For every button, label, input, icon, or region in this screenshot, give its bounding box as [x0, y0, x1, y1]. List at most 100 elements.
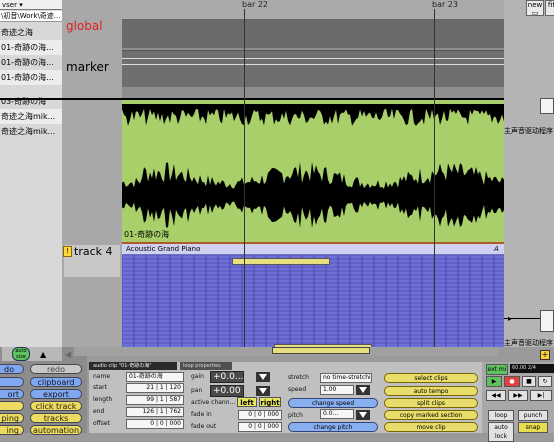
- loop-button[interactable]: loop: [488, 410, 514, 421]
- auto-size-button[interactable]: auto size: [12, 347, 30, 361]
- length-field[interactable]: 99 | 1 | 587: [126, 395, 184, 405]
- cycle-icon[interactable]: ↻: [538, 376, 552, 387]
- file-item[interactable]: 03-奇跡の海: [0, 94, 62, 109]
- inspector-tab-audio-clip[interactable]: audio clip "01-奇跡の海": [89, 362, 177, 370]
- midi-clip-name: Acoustic Grand Piano: [126, 245, 201, 253]
- left-channel-button[interactable]: left: [237, 397, 257, 407]
- import-button[interactable]: [0, 377, 24, 387]
- click-track-button[interactable]: click track: [30, 401, 82, 411]
- bar-tick: [434, 9, 435, 19]
- auto-tempo-button[interactable]: auto tempo: [384, 386, 478, 396]
- pan-label: pan: [191, 387, 203, 394]
- end-icon[interactable]: ▶|: [530, 390, 552, 401]
- driver-label: 主声音驱动程序: [504, 127, 553, 135]
- file-item[interactable]: 01-奇跡の海...: [0, 40, 62, 55]
- pan-field[interactable]: +0.00: [210, 385, 244, 397]
- browser-header-label: vser: [2, 1, 17, 9]
- warning-icon: !: [63, 246, 72, 257]
- midi-clip-flag: A: [494, 245, 499, 253]
- end-field[interactable]: 126 | 1 | 762: [126, 407, 184, 417]
- fade-in-field[interactable]: 0 | 0 | 000: [238, 410, 282, 420]
- global-lane[interactable]: [122, 20, 504, 48]
- fader-handle[interactable]: [540, 98, 554, 114]
- right-channel-button[interactable]: right: [259, 397, 281, 407]
- record-icon[interactable]: ●: [504, 376, 520, 387]
- midi-note[interactable]: [232, 258, 330, 265]
- redo-button[interactable]: redo: [30, 364, 82, 374]
- browser-path[interactable]: \初音\Work\奇迹...: [0, 11, 62, 22]
- clipboard-button[interactable]: clipboard: [30, 377, 82, 387]
- arrange-area[interactable]: bar 22 bar 23 01-奇跡の海 Acoustic Grand Pia…: [122, 0, 504, 347]
- gain-field[interactable]: +0.0...: [210, 371, 244, 383]
- right-panel: new ▭ fit 主声音驱动程序 ▸ 主声音驱动程序 +: [504, 0, 554, 360]
- new-button[interactable]: new ▭: [526, 0, 544, 17]
- copy-marked-section-button[interactable]: copy marked section: [384, 410, 478, 420]
- split-clips-button[interactable]: split clips: [384, 398, 478, 408]
- add-icon[interactable]: +: [540, 350, 550, 360]
- audio-clip[interactable]: [122, 98, 504, 244]
- offset-field[interactable]: 0 | 0 | 000: [126, 419, 184, 429]
- scrollbar-thumb[interactable]: [272, 347, 370, 354]
- file-item[interactable]: 01-奇跡の海...: [0, 70, 62, 85]
- track4-label[interactable]: track 4: [74, 245, 113, 258]
- speed-field[interactable]: 1.00: [320, 385, 354, 395]
- mapping-button[interactable]: ping: [0, 413, 24, 423]
- pan-dropdown-icon[interactable]: [256, 386, 270, 396]
- arrow-right-icon: ▸: [508, 314, 513, 323]
- scroll-left-icon[interactable]: ◀: [65, 350, 71, 359]
- editing-button[interactable]: ing: [0, 425, 24, 435]
- fader-handle[interactable]: [540, 310, 554, 332]
- rewind-icon[interactable]: ◀◀: [486, 390, 506, 401]
- name-field[interactable]: 01-奇跡の海: [126, 372, 184, 382]
- port-button[interactable]: ort: [0, 389, 24, 399]
- file-item[interactable]: 奇迹之海: [0, 25, 62, 40]
- punch-button[interactable]: punch: [518, 410, 548, 421]
- tracks-button[interactable]: tracks: [30, 413, 82, 423]
- file-item[interactable]: 01-奇跡の海...: [0, 55, 62, 70]
- playhead-line-left: [0, 98, 122, 100]
- move-clip-button[interactable]: move clip: [384, 422, 478, 432]
- file-item[interactable]: 奇迹之海mik...: [0, 109, 62, 124]
- browser-header[interactable]: vser ▾: [0, 0, 62, 10]
- speed-dropdown-icon[interactable]: [356, 385, 370, 395]
- pitch-dropdown-icon[interactable]: [356, 410, 370, 420]
- ext-midi-button[interactable]: ext mi: [486, 364, 508, 375]
- midi-clip[interactable]: [122, 254, 504, 347]
- inspector-tab-loop[interactable]: loop properties: [180, 362, 232, 370]
- file-item[interactable]: 奇迹之海mik...: [0, 124, 62, 139]
- speed-label: speed: [288, 386, 307, 393]
- track-header-column: global marker: [62, 0, 122, 347]
- stretch-label: stretch: [288, 374, 309, 381]
- bar-label: bar 22: [242, 0, 268, 9]
- marker-line: [122, 64, 504, 65]
- start-field[interactable]: 21 | 1 | 120: [126, 383, 184, 393]
- snap-button[interactable]: snap: [518, 422, 548, 433]
- global-track-label[interactable]: global: [66, 19, 103, 33]
- length-label: length: [93, 396, 113, 403]
- active-channels-label: active chann...: [191, 399, 236, 406]
- stop-icon[interactable]: ■: [522, 376, 536, 387]
- select-clips-button[interactable]: select clips: [384, 373, 478, 383]
- fast-forward-icon[interactable]: ▶▶: [508, 390, 528, 401]
- marker-lane[interactable]: [122, 50, 504, 87]
- change-pitch-button[interactable]: change pitch: [288, 422, 378, 432]
- settings-button[interactable]: [0, 401, 24, 411]
- change-speed-button[interactable]: change speed: [288, 398, 378, 408]
- marker-track-label[interactable]: marker: [66, 60, 109, 74]
- fit-button[interactable]: fit: [545, 0, 554, 16]
- fade-out-field[interactable]: 0 | 0 | 000: [238, 422, 282, 432]
- offset-label: offset: [93, 420, 110, 427]
- pitch-field[interactable]: 0.0...: [320, 409, 354, 419]
- auto-lock-button[interactable]: auto lock: [488, 422, 514, 442]
- start-label: start: [93, 384, 107, 391]
- timeline-ruler[interactable]: bar 22 bar 23: [122, 0, 504, 20]
- play-icon[interactable]: ▶: [486, 376, 502, 387]
- gain-label: gain: [191, 373, 204, 380]
- stretch-select[interactable]: no time-stretching: [320, 373, 372, 383]
- automation-button[interactable]: automation: [30, 425, 82, 435]
- gain-dropdown-icon[interactable]: [256, 372, 270, 382]
- bar-line: [434, 19, 435, 347]
- export-button[interactable]: export: [30, 389, 82, 399]
- collapse-icon[interactable]: ▲: [40, 350, 46, 359]
- undo-button[interactable]: do: [0, 364, 24, 374]
